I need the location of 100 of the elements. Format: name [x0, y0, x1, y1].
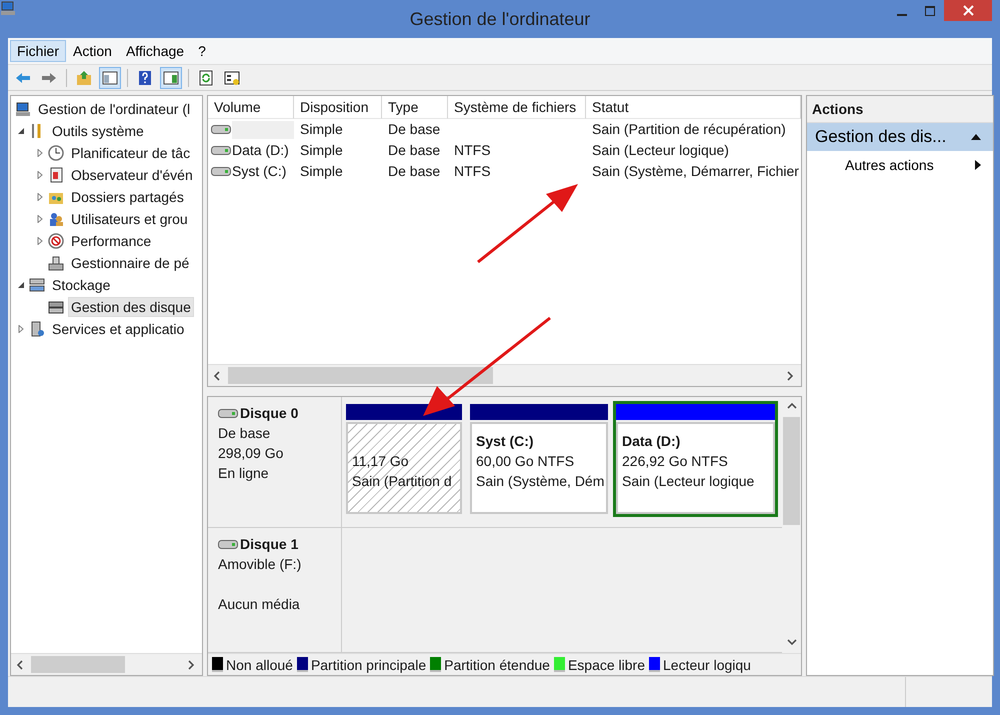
partition-size: 226,92 Go NTFS	[622, 453, 728, 469]
collapsed-arrow-icon[interactable]	[36, 149, 44, 157]
tree-item[interactable]: Services et applicatio	[49, 319, 188, 339]
table-cell-text: Data (D:)	[232, 141, 289, 160]
table-cell: De base	[388, 163, 440, 179]
disk-icon	[48, 299, 64, 315]
table-cell: Sain (Lecteur logique)	[592, 142, 729, 158]
column-header[interactable]: Type	[382, 96, 448, 119]
disk-name: Disque 0	[240, 404, 298, 423]
hidden-name-block	[232, 120, 294, 138]
computer-icon	[0, 0, 16, 16]
tree-item[interactable]: Utilisateurs et grou	[68, 209, 191, 229]
collapsed-arrow-icon[interactable]	[36, 193, 44, 201]
tree-item[interactable]: Planificateur de tâc	[68, 143, 194, 163]
horizontal-scrollbar[interactable]	[208, 364, 801, 386]
legend-label: Non alloué	[226, 656, 293, 672]
column-header[interactable]: Statut	[586, 96, 801, 119]
tree-item[interactable]: Observateur d'évén	[68, 165, 196, 185]
action-section[interactable]: Gestion des dis...	[807, 123, 993, 151]
panel-icon	[163, 70, 179, 86]
down-chevron-icon[interactable]	[787, 638, 797, 648]
disk-type: Amovible (F:)	[218, 556, 302, 572]
legend-label: Espace libre	[568, 656, 646, 672]
users-icon	[48, 211, 64, 227]
table-cell: De base	[388, 121, 440, 137]
log-icon	[48, 167, 64, 183]
action-item[interactable]: Autres actions	[807, 151, 993, 179]
legend-label: Partition principale	[310, 656, 426, 672]
column-header[interactable]: Système de fichiers	[448, 96, 586, 119]
expanded-arrow-icon[interactable]	[17, 127, 25, 135]
folder-up-icon	[76, 70, 92, 86]
actions-header: Actions	[807, 96, 993, 123]
storage-icon	[29, 277, 45, 293]
expanded-arrow-icon[interactable]	[17, 281, 25, 289]
column-header[interactable]: Volume	[208, 96, 294, 119]
legend-label: Lecteur logiqu	[663, 656, 751, 672]
menu-item[interactable]: Fichier	[10, 40, 66, 62]
partition-size: 60,00 Go NTFS	[476, 453, 574, 469]
collapsed-arrow-icon[interactable]	[36, 237, 44, 245]
partition-name: Syst (C:)	[476, 433, 534, 449]
device-icon	[48, 255, 64, 271]
services-icon	[29, 321, 45, 337]
menu-item[interactable]: Affichage	[118, 40, 192, 62]
partition-status: Sain (Lecteur logique	[622, 473, 754, 489]
partition-status: Sain (Système, Dém	[476, 473, 604, 489]
disk-name: Disque 1	[240, 535, 298, 554]
table-cell: Simple	[300, 142, 343, 158]
toolbar-button[interactable]	[160, 66, 182, 88]
partition-block[interactable]: 11,17 Go Sain (Partition d	[343, 401, 465, 517]
clock-icon	[48, 145, 64, 161]
table-cell: Sain (Système, Démarrer, Fichier	[592, 163, 799, 179]
partition-status: Sain (Partition d	[352, 473, 452, 489]
tree-item[interactable]: Stockage	[49, 275, 114, 295]
partition-block[interactable]: Syst (C:) 60,00 Go NTFS Sain (Système, Dém	[467, 401, 611, 517]
collapsed-arrow-icon[interactable]	[17, 325, 25, 333]
table-cell: De base	[388, 142, 440, 158]
submenu-arrow-icon	[975, 160, 981, 170]
table-cell: Simple	[300, 163, 343, 179]
collapsed-arrow-icon[interactable]	[36, 171, 44, 179]
menu-item[interactable]: Action	[66, 40, 119, 62]
column-header[interactable]: Disposition	[294, 96, 382, 119]
table-cell: NTFS	[454, 142, 491, 158]
right-chevron-icon[interactable]	[786, 370, 796, 380]
tree-item[interactable]: Gestion des disque	[68, 297, 194, 317]
maximize-icon	[925, 6, 935, 16]
partition-size: 11,17 Go	[352, 453, 409, 469]
tree-item[interactable]: Dossiers partagés	[68, 187, 187, 207]
table-cell-text: Syst (C:)	[232, 162, 286, 181]
close-icon	[962, 5, 974, 16]
panel-icon	[102, 70, 118, 86]
computer-icon	[15, 101, 31, 117]
partition-name: Data (D:)	[622, 433, 680, 449]
table-cell: NTFS	[454, 163, 491, 179]
drive-icon	[218, 408, 238, 418]
window-title: Gestion de l'ordinateur	[410, 9, 590, 29]
partition-block[interactable]: Data (D:) 226,92 Go NTFS Sain (Lecteur logique	[613, 401, 778, 517]
disk-state: En ligne	[218, 465, 269, 481]
table-cell: Simple	[300, 121, 343, 137]
disk-size: 298,09 Go	[218, 445, 284, 461]
disk-type: De base	[218, 425, 270, 441]
table-cell: Sain (Partition de récupération)	[592, 121, 786, 137]
horizontal-scrollbar[interactable]	[11, 653, 202, 675]
collapsed-arrow-icon[interactable]	[36, 215, 44, 223]
tree-item[interactable]: Gestionnaire de pé	[68, 253, 192, 273]
minimize-icon	[897, 14, 907, 16]
right-chevron-icon[interactable]	[187, 660, 197, 670]
removable-drive-icon	[218, 540, 238, 548]
properties-icon	[224, 70, 240, 86]
legend-label: Partition étendue	[444, 656, 550, 672]
close-button[interactable]	[944, 0, 992, 21]
tree-item[interactable]: Performance	[68, 231, 154, 251]
help-icon	[137, 70, 153, 86]
refresh-icon	[198, 70, 214, 86]
drive-icon	[211, 167, 231, 176]
disk-state: Aucun média	[218, 596, 300, 612]
tree-item[interactable]: Outils système	[49, 121, 147, 141]
menu-item[interactable]: ?	[191, 40, 213, 62]
toolbar-button[interactable]	[99, 66, 121, 88]
drive-icon	[211, 125, 231, 134]
tree-item[interactable]: Gestion de l'ordinateur (l	[35, 99, 194, 119]
